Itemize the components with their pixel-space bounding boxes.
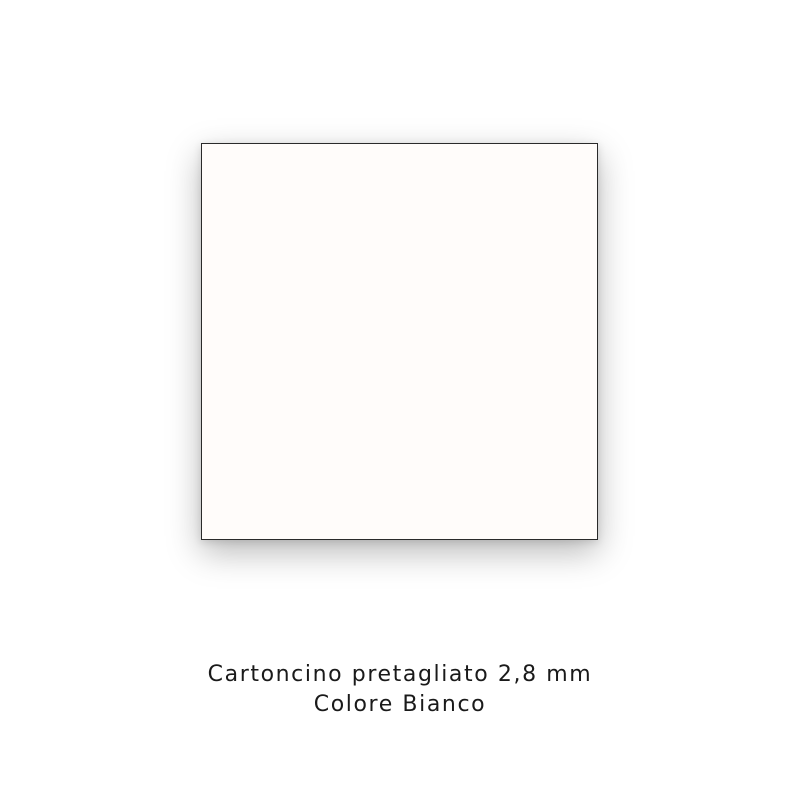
product-board-image bbox=[201, 143, 598, 540]
product-title: Cartoncino pretagliato 2,8 mm bbox=[207, 662, 593, 687]
product-caption: Cartoncino pretagliato 2,8 mm Colore Bia… bbox=[0, 660, 800, 720]
product-color-label: Colore Bianco bbox=[313, 692, 487, 717]
